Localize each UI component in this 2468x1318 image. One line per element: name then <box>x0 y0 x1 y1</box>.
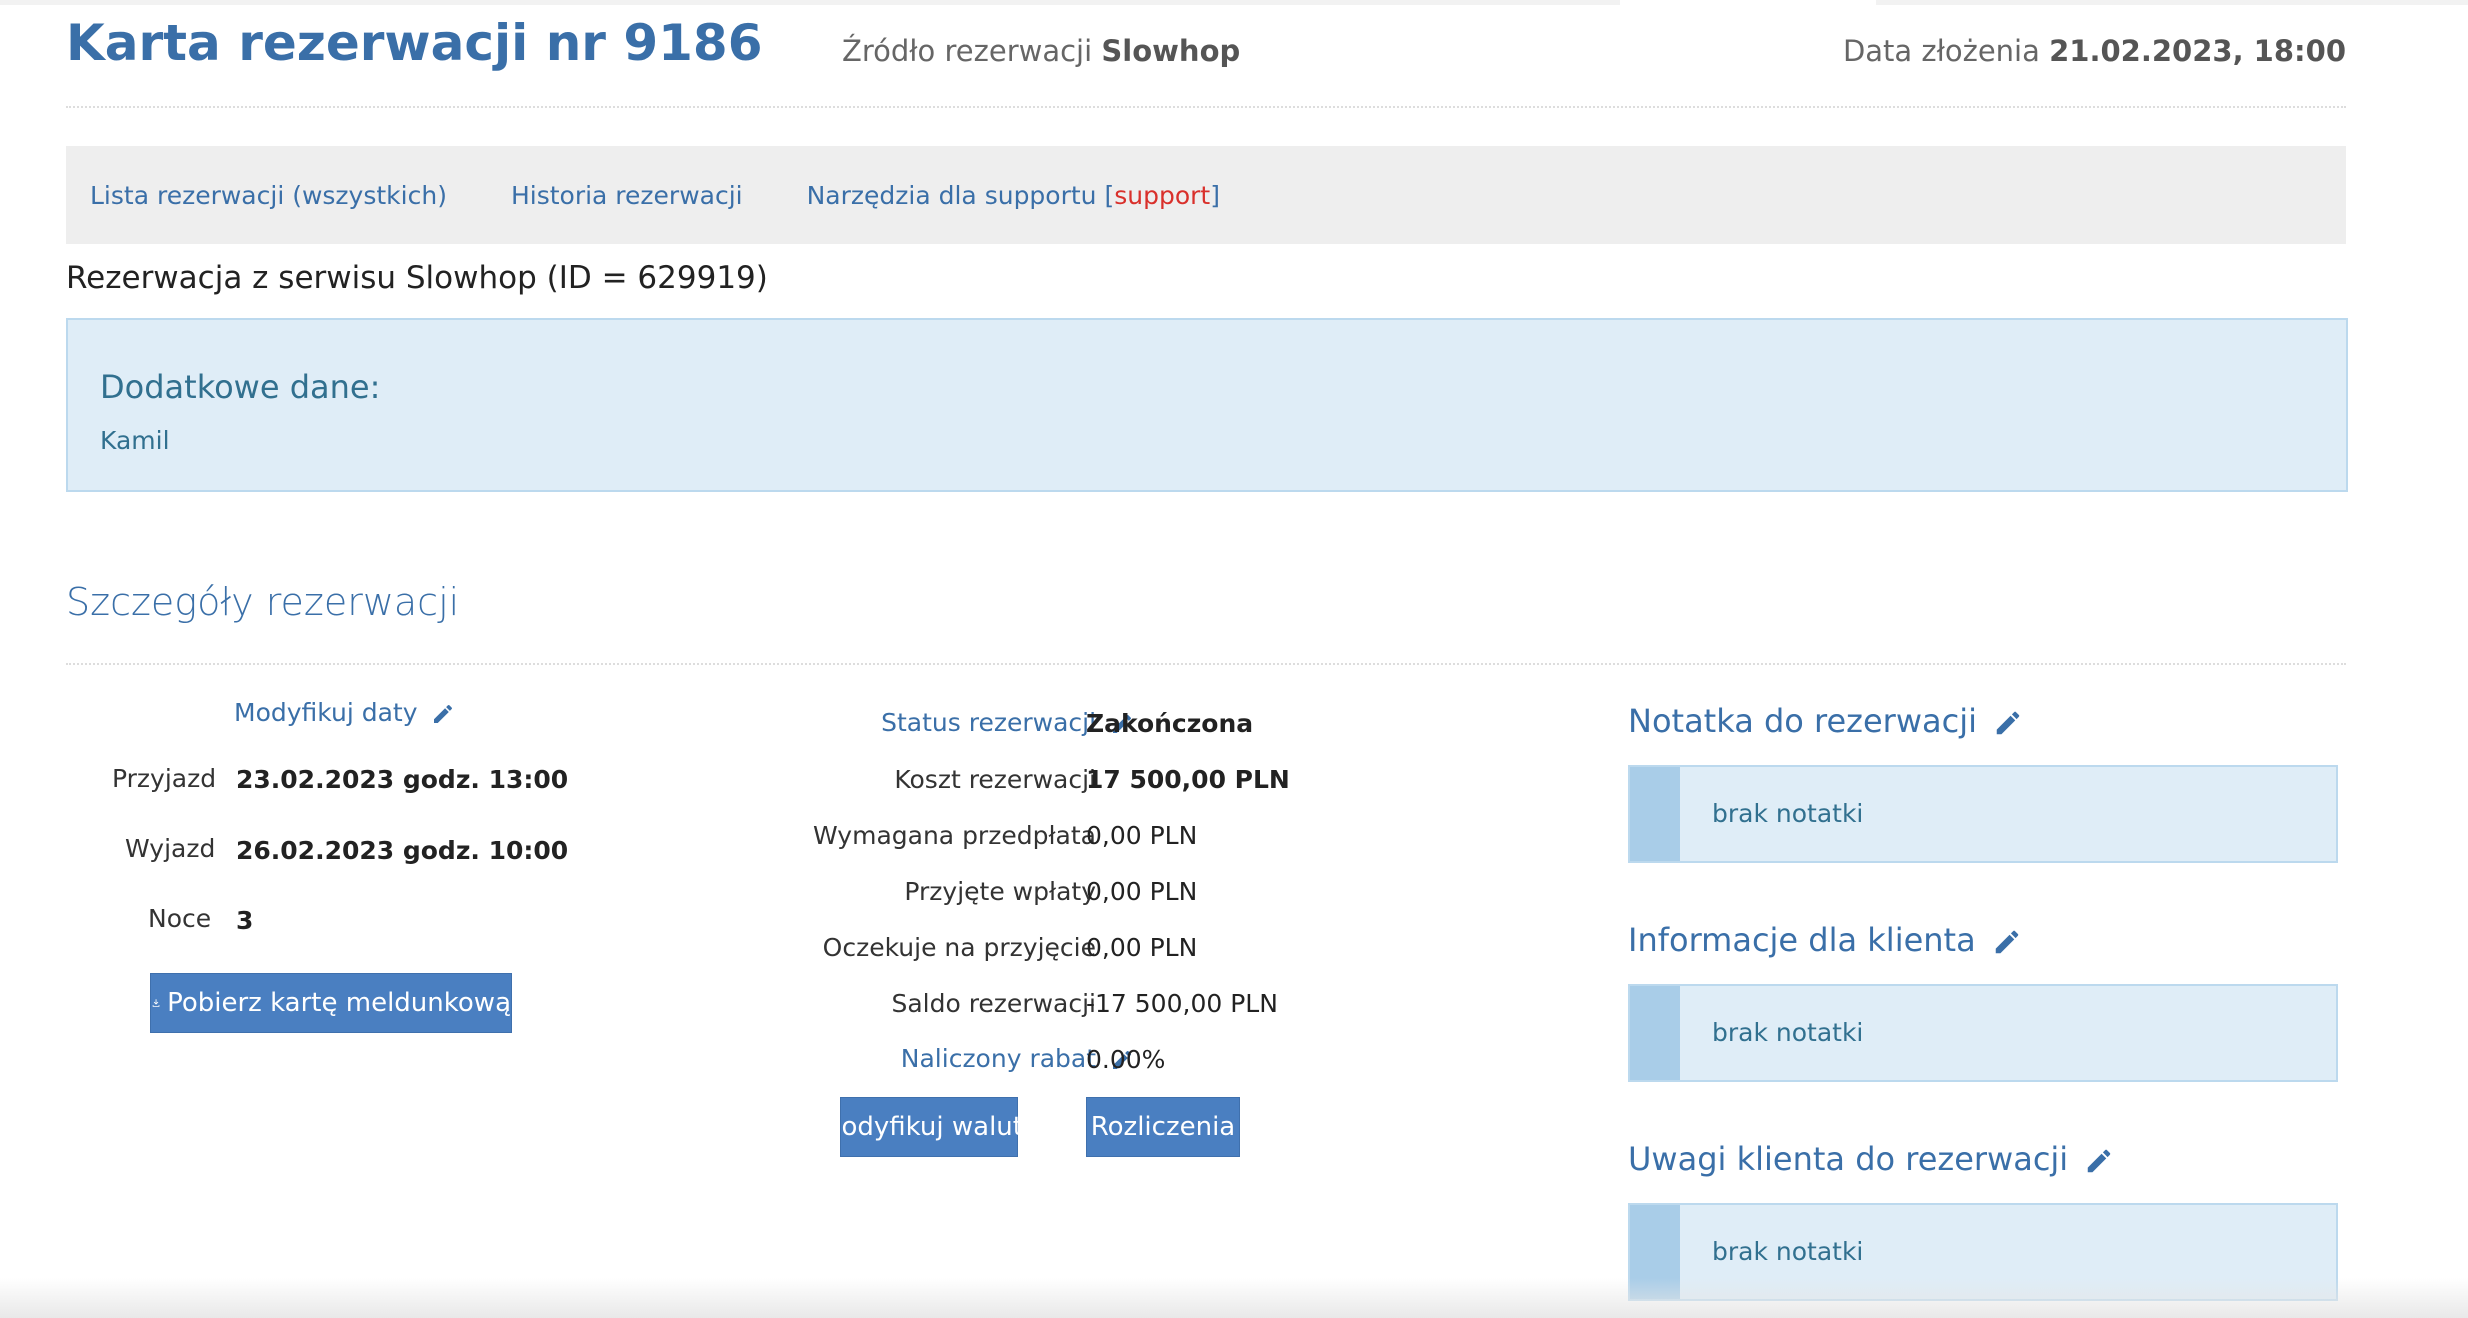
date-label: Data złożenia <box>1842 34 2040 68</box>
reservation-source: Źródło rezerwacji Slowhop <box>842 34 1240 68</box>
cost-value: 17 500,00 PLN <box>1086 765 1290 794</box>
date-value: 21.02.2023, 18:00 <box>2049 34 2346 68</box>
bottom-fade <box>0 1278 2468 1318</box>
pending-label: Oczekuje na przyjęcie <box>822 933 1096 962</box>
discount-link-label: Naliczony rabat <box>900 1044 1097 1073</box>
note-box-client-info: brak notatki <box>1628 984 2338 1082</box>
note-bar <box>1630 767 1680 861</box>
section-divider <box>66 663 2346 665</box>
main-container: Karta rezerwacji nr 9186 Źródło rezerwac… <box>66 0 2348 1301</box>
download-icon <box>152 999 160 1007</box>
note-title-label: Informacje dla klienta <box>1628 921 1976 959</box>
departure-label: Wyjazd <box>125 834 216 863</box>
prepayment-value: 0,00 PLN <box>1086 821 1198 850</box>
extra-data-value: Kamil <box>100 426 170 455</box>
pencil-icon <box>1995 930 2019 954</box>
download-checkin-card-button[interactable]: Pobierz kartę meldunkową <box>150 973 512 1033</box>
note-title-label: Uwagi klienta do rezerwacji <box>1628 1140 2069 1178</box>
pencil-icon <box>1996 711 2020 735</box>
note-box-reservation: brak notatki <box>1628 765 2338 863</box>
nav-reservation-list[interactable]: Lista rezerwacji (wszystkich) <box>90 181 447 210</box>
extra-data-box: Dodatkowe dane: Kamil <box>66 318 2348 492</box>
note-title-client-remarks[interactable]: Uwagi klienta do rezerwacji <box>1628 1140 2114 1178</box>
pencil-icon <box>434 704 453 723</box>
pencil-icon <box>2088 1149 2111 1173</box>
page-title: Karta rezerwacji nr 9186 <box>66 14 763 72</box>
note-text: brak notatki <box>1712 1237 1864 1266</box>
balance-value: -17 500,00 PLN <box>1086 989 1278 1018</box>
status-value: Zakończona <box>1086 709 1254 738</box>
note-title-client-info[interactable]: Informacje dla klienta <box>1628 921 2022 959</box>
note-text: brak notatki <box>1712 1018 1864 1047</box>
arrival-value: 23.02.2023 godz. 13:00 <box>236 765 569 794</box>
nav-support-close: ] <box>1210 180 1220 210</box>
balance-label: Saldo rezerwacji <box>891 989 1096 1018</box>
discount-value: 0.00% <box>1086 1045 1166 1074</box>
cost-label: Koszt rezerwacji <box>894 765 1096 794</box>
nav-support-tools[interactable]: Narzędzia dla supportu [support] <box>807 181 1220 210</box>
source-value: Slowhop <box>1101 34 1241 68</box>
source-label: Źródło rezerwacji <box>842 34 1093 68</box>
status-link-label: Status rezerwacji <box>881 708 1097 737</box>
arrival-label: Przyjazd <box>112 764 217 793</box>
pending-value: 0,00 PLN <box>1086 933 1198 962</box>
modify-dates-label: Modyfikuj daty <box>234 698 418 727</box>
departure-value: 26.02.2023 godz. 10:00 <box>236 836 569 865</box>
nav-support-label: Narzędzia dla supportu [ <box>806 180 1115 210</box>
page-header: Karta rezerwacji nr 9186 Źródło rezerwac… <box>66 0 2346 108</box>
note-title-reservation[interactable]: Notatka do rezerwacji <box>1628 702 2023 740</box>
payments-label: Przyjęte wpłaty <box>904 877 1096 906</box>
reservation-subtitle: Rezerwacja z serwisu Slowhop (ID = 62991… <box>66 260 768 296</box>
prepayment-label: Wymagana przedpłata <box>813 821 1096 850</box>
modify-dates-link[interactable]: Modyfikuj daty <box>234 698 455 727</box>
note-bar <box>1630 986 1680 1080</box>
nav-reservation-history[interactable]: Historia rezerwacji <box>511 181 743 210</box>
payments-value: 0,00 PLN <box>1086 877 1198 906</box>
nights-value: 3 <box>236 906 254 935</box>
modify-currency-button[interactable]: Modyfikuj walutę <box>819 1097 1039 1157</box>
support-tag: support <box>1114 180 1211 210</box>
section-title: Szczegóły rezerwacji <box>66 580 460 624</box>
extra-data-title: Dodatkowe dane: <box>100 368 381 406</box>
submission-date: Data złożenia 21.02.2023, 18:00 <box>1843 34 2346 68</box>
note-text: brak notatki <box>1712 799 1864 828</box>
nights-label: Noce <box>148 904 212 933</box>
download-button-label: Pobierz kartę meldunkową <box>167 988 511 1018</box>
nav-bar: Lista rezerwacji (wszystkich) Historia r… <box>66 146 2346 244</box>
note-title-label: Notatka do rezerwacji <box>1628 702 1977 740</box>
settlements-button[interactable]: Rozliczenia <box>1086 1097 1240 1157</box>
